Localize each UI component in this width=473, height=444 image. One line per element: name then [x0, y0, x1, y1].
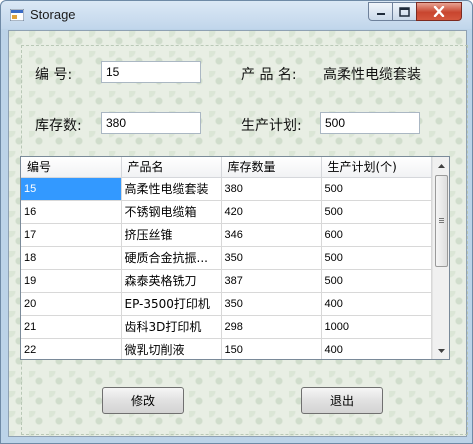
cell-stock[interactable]: 380 — [221, 177, 322, 201]
cell-id[interactable]: 18 — [21, 246, 122, 270]
table-row[interactable]: 16 不锈钢电缆箱 420 500 — [21, 200, 432, 224]
cell-stock[interactable]: 150 — [221, 338, 322, 359]
scroll-down-button[interactable] — [433, 342, 449, 359]
minimize-button[interactable] — [368, 2, 393, 21]
cell-id[interactable]: 17 — [21, 223, 122, 247]
cell-name[interactable]: 不锈钢电缆箱 — [121, 200, 222, 224]
id-field[interactable]: 15 — [101, 61, 201, 83]
table-row[interactable]: 22 微乳切削液 150 400 — [21, 338, 432, 359]
cell-stock[interactable]: 387 — [221, 269, 322, 293]
grid-table: 编号 产品名 库存数量 生产计划(个) 15 高柔性电缆套装 380 500 1… — [21, 157, 432, 359]
cell-name[interactable]: 微乳切削液 — [121, 338, 222, 359]
grip-icon — [439, 218, 444, 223]
cell-id[interactable]: 20 — [21, 292, 122, 316]
table-row[interactable]: 18 硬质合金抗振... 350 500 — [21, 246, 432, 270]
cell-name[interactable]: 森泰英格铣刀 — [121, 269, 222, 293]
cell-name[interactable]: EP-3500打印机 — [121, 292, 222, 316]
chevron-up-icon — [438, 163, 445, 168]
stock-field[interactable]: 380 — [101, 112, 201, 134]
product-name-value: 高柔性电缆套装 — [323, 67, 421, 83]
cell-plan[interactable]: 500 — [321, 177, 432, 201]
cell-stock[interactable]: 350 — [221, 292, 322, 316]
cell-plan[interactable]: 500 — [321, 200, 432, 224]
column-header-stock[interactable]: 库存数量 — [221, 157, 322, 178]
column-header-plan[interactable]: 生产计划(个) — [321, 157, 432, 178]
cell-stock[interactable]: 298 — [221, 315, 322, 339]
maximize-button[interactable] — [392, 2, 417, 21]
cell-plan[interactable]: 500 — [321, 246, 432, 270]
chevron-down-icon — [438, 348, 445, 353]
stock-label: 库存数: — [35, 118, 82, 134]
table-row[interactable]: 20 EP-3500打印机 350 400 — [21, 292, 432, 316]
cell-plan[interactable]: 500 — [321, 269, 432, 293]
modify-button[interactable]: 修改 — [102, 387, 184, 414]
close-icon — [433, 6, 445, 17]
cell-stock[interactable]: 420 — [221, 200, 322, 224]
app-icon — [10, 9, 24, 21]
cell-name[interactable]: 硬质合金抗振... — [121, 246, 222, 270]
minimize-icon — [376, 12, 385, 15]
cell-stock[interactable]: 350 — [221, 246, 322, 270]
plan-label: 生产计划: — [241, 118, 302, 134]
cell-id[interactable]: 21 — [21, 315, 122, 339]
cell-id[interactable]: 22 — [21, 338, 122, 359]
cell-plan[interactable]: 600 — [321, 223, 432, 247]
column-header-name[interactable]: 产品名 — [121, 157, 222, 178]
exit-button[interactable]: 退出 — [301, 387, 383, 414]
cell-plan[interactable]: 400 — [321, 292, 432, 316]
product-grid[interactable]: 编号 产品名 库存数量 生产计划(个) 15 高柔性电缆套装 380 500 1… — [20, 156, 450, 360]
close-button[interactable] — [416, 2, 462, 21]
cell-id[interactable]: 16 — [21, 200, 122, 224]
maximize-icon — [399, 6, 410, 17]
window-title: Storage — [30, 7, 76, 22]
title-bar[interactable]: Storage — [1, 1, 472, 29]
plan-field[interactable]: 500 — [320, 112, 420, 134]
table-row[interactable]: 15 高柔性电缆套装 380 500 — [21, 177, 432, 201]
scroll-thumb[interactable] — [435, 175, 448, 267]
table-row[interactable]: 21 齿科3D打印机 298 1000 — [21, 315, 432, 339]
table-row[interactable]: 17 挤压丝锥 346 600 — [21, 223, 432, 247]
scroll-up-button[interactable] — [433, 157, 449, 174]
cell-id[interactable]: 15 — [21, 177, 122, 201]
vertical-scrollbar[interactable] — [432, 157, 449, 359]
cell-id[interactable]: 19 — [21, 269, 122, 293]
column-header-id[interactable]: 编号 — [21, 157, 122, 178]
cell-plan[interactable]: 1000 — [321, 315, 432, 339]
cell-name[interactable]: 挤压丝锥 — [121, 223, 222, 247]
product-name-label: 产 品 名: — [241, 67, 297, 83]
cell-stock[interactable]: 346 — [221, 223, 322, 247]
cell-name[interactable]: 齿科3D打印机 — [121, 315, 222, 339]
grid-header-row: 编号 产品名 库存数量 生产计划(个) — [21, 157, 432, 178]
table-row[interactable]: 19 森泰英格铣刀 387 500 — [21, 269, 432, 293]
cell-name[interactable]: 高柔性电缆套装 — [121, 177, 222, 201]
cell-plan[interactable]: 400 — [321, 338, 432, 359]
id-label: 编 号: — [35, 67, 73, 83]
